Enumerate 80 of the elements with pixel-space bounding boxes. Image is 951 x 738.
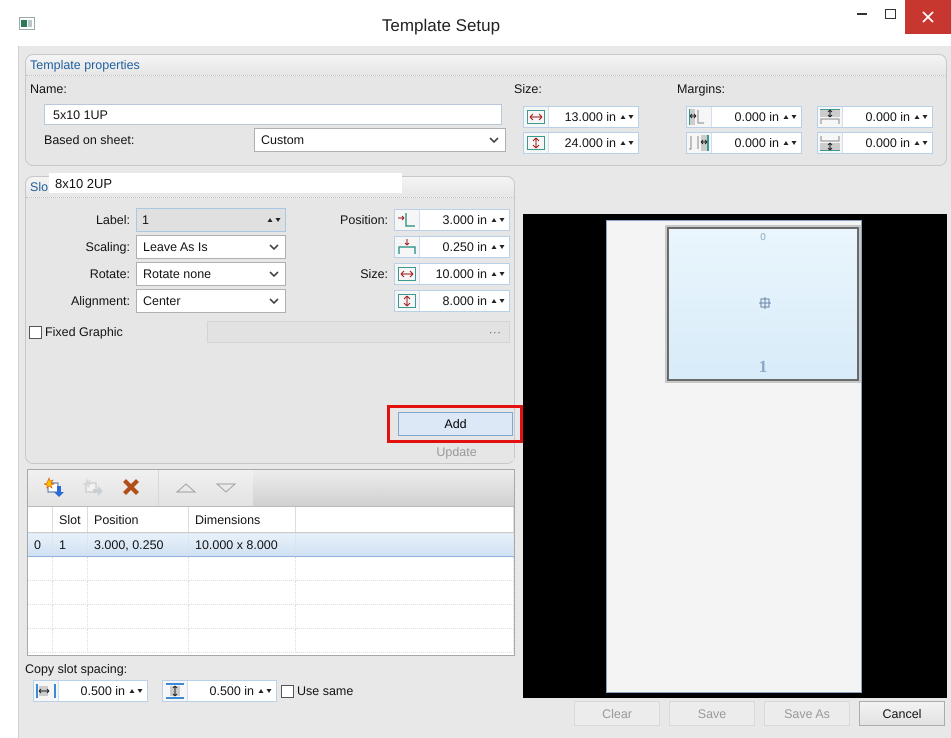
column-header[interactable]: Position (88, 507, 188, 532)
spin-arrows-icon[interactable] (783, 113, 797, 121)
column-header[interactable]: Dimensions (188, 507, 296, 532)
add-button[interactable]: Add (398, 412, 513, 436)
spacing-spin-field[interactable]: 0.500 in (162, 680, 277, 702)
spin-arrows-icon[interactable] (491, 216, 505, 224)
column-header[interactable]: Slot (52, 507, 88, 532)
slot-spin-field[interactable]: 0.250 in (394, 236, 510, 258)
width-measure-icon (526, 109, 546, 125)
table-cell: 10.000 x 8.000 (188, 532, 296, 556)
field-label: Position: (340, 213, 388, 227)
field-label: Name: (30, 82, 67, 96)
right-measure-icon (689, 135, 709, 151)
margin-spin-field[interactable]: 0.000 in (817, 132, 933, 154)
option-dropdown[interactable]: Rotate none (136, 262, 286, 286)
top-measure-icon (820, 109, 840, 125)
height-measure-icon (526, 135, 546, 151)
spin-arrows-icon[interactable] (914, 113, 928, 121)
checkbox[interactable] (281, 684, 294, 698)
checkbox-label[interactable]: Use same (297, 684, 354, 698)
horizontal-measure-icon (36, 683, 56, 699)
x-measure-icon (397, 212, 417, 228)
group-title: Slo (30, 180, 48, 194)
minimize-icon (856, 13, 866, 15)
crosshair-icon (759, 297, 771, 309)
app-icon (19, 16, 35, 30)
y-measure-icon (397, 239, 417, 255)
add-slot-icon[interactable] (44, 477, 66, 499)
height-measure-icon (397, 293, 417, 309)
slot-spin-field[interactable]: 3.000 in (394, 209, 510, 231)
close-icon (922, 11, 934, 23)
spin-arrows-icon[interactable] (620, 139, 634, 147)
width-measure-icon (397, 266, 417, 282)
sheet-dropdown[interactable]: Custom (254, 128, 506, 152)
table-cell: 3.000, 0.250 (88, 532, 188, 556)
field-label: Margins: (677, 82, 725, 96)
dialog-button[interactable]: Cancel (859, 701, 945, 726)
spin-arrows-icon[interactable] (129, 687, 143, 695)
option-dropdown[interactable]: Leave As Is (136, 235, 286, 259)
field-label: Size: (360, 267, 388, 281)
margin-spin-field[interactable]: 0.000 in (817, 106, 933, 128)
autocomplete-popup[interactable]: 8x10 2UP (49, 173, 402, 193)
size-spin-field[interactable]: 13.000 in (523, 106, 639, 128)
slot-row[interactable]: 0 1 3.000, 0.250 10.000 x 8.000 (28, 532, 514, 556)
size-spin-field[interactable]: 24.000 in (523, 132, 639, 154)
vertical-measure-icon (165, 683, 185, 699)
spin-arrows-icon[interactable] (258, 687, 272, 695)
spin-arrows-icon[interactable] (914, 139, 928, 147)
field-label: Size: (514, 82, 542, 96)
margin-spin-field[interactable]: 0.000 in (686, 106, 802, 128)
spin-arrows-icon[interactable] (620, 113, 634, 121)
bottom-measure-icon (820, 135, 840, 151)
field-label: Scaling: (86, 240, 130, 254)
field-label: Rotate: (90, 267, 130, 281)
slot-spin-field[interactable]: 8.000 in (394, 290, 510, 312)
label-spin-field[interactable]: 1 (136, 208, 286, 232)
table-cell: 0 (28, 532, 52, 556)
checkbox-label[interactable]: Fixed Graphic (45, 325, 207, 339)
spin-arrows-icon[interactable] (491, 243, 505, 251)
field-label: Label: (96, 213, 130, 227)
spin-arrows-icon[interactable] (267, 216, 281, 224)
margin-spin-field[interactable]: 0.000 in (686, 132, 802, 154)
group-title: Template properties (30, 58, 140, 72)
name-field[interactable]: 5x10 1UP (44, 104, 502, 125)
checkbox[interactable] (29, 326, 42, 338)
spin-arrows-icon[interactable] (783, 139, 797, 147)
window-title: Template Setup (380, 15, 502, 36)
spacing-spin-field[interactable]: 0.500 in (33, 680, 148, 702)
slot-spin-field[interactable]: 10.000 in (394, 263, 510, 285)
field-label: Copy slot spacing: (25, 662, 128, 676)
field-label: Alignment: (70, 294, 130, 308)
table-cell: 1 (52, 532, 88, 556)
option-dropdown[interactable]: Center (136, 289, 286, 313)
slot-label: 1 (758, 357, 768, 377)
close-button[interactable] (905, 0, 951, 34)
spin-arrows-icon[interactable] (491, 270, 505, 278)
field-label: Based on sheet: (44, 133, 136, 147)
slot-index: 0 (759, 232, 767, 243)
spin-arrows-icon[interactable] (491, 297, 505, 305)
maximize-icon (885, 9, 896, 19)
